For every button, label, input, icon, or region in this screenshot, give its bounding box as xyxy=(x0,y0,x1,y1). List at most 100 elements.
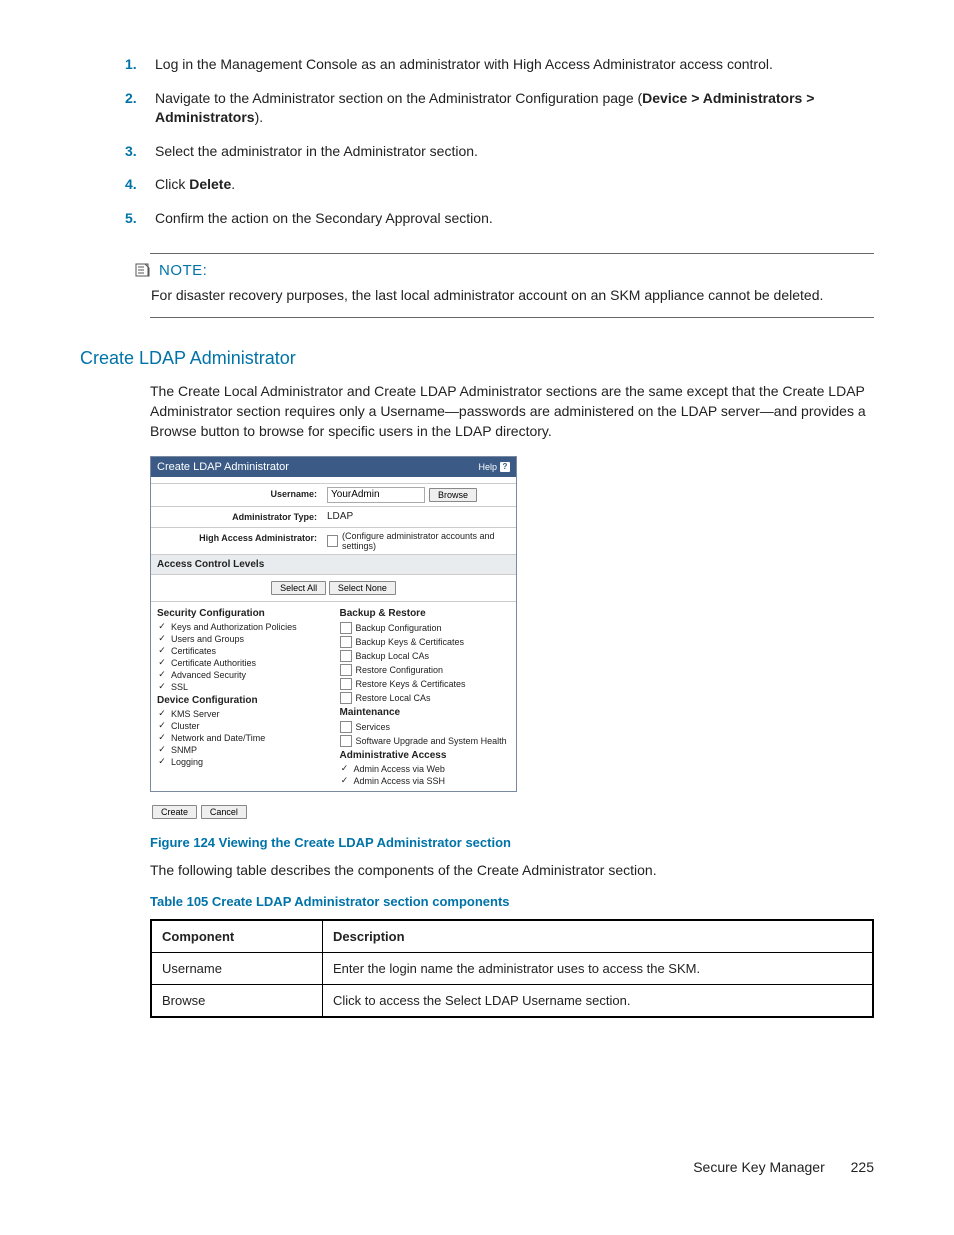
acl-item[interactable]: Cluster xyxy=(157,720,328,732)
section-intro: The Create Local Administrator and Creat… xyxy=(150,381,874,442)
acl-item[interactable]: Admin Access via SSH xyxy=(340,775,511,787)
acl-item-label: Restore Configuration xyxy=(356,665,444,675)
acl-item-label: Keys and Authorization Policies xyxy=(171,622,297,632)
td-description: Enter the login name the administrator u… xyxy=(323,953,874,985)
table-caption: Table 105 Create LDAP Administrator sect… xyxy=(150,894,874,909)
page-footer: Secure Key Manager 225 xyxy=(693,1159,874,1175)
step-text: . xyxy=(231,176,235,192)
browse-button[interactable]: Browse xyxy=(429,488,477,502)
check-icon[interactable] xyxy=(157,733,167,743)
acl-item[interactable]: Certificate Authorities xyxy=(157,657,328,669)
step-3: 3.Select the administrator in the Admini… xyxy=(155,142,874,162)
acl-item-label: Backup Configuration xyxy=(356,623,442,633)
help-link[interactable]: Help? xyxy=(478,462,510,472)
acl-item-label: Backup Local CAs xyxy=(356,651,430,661)
select-all-button[interactable]: Select All xyxy=(271,581,326,595)
checkbox-icon[interactable] xyxy=(340,664,352,676)
acl-item[interactable]: Keys and Authorization Policies xyxy=(157,621,328,633)
acl-item-label: Certificates xyxy=(171,646,216,656)
check-icon[interactable] xyxy=(157,709,167,719)
acl-item[interactable]: SNMP xyxy=(157,744,328,756)
step-text: Navigate to the Administrator section on… xyxy=(155,90,642,106)
acl-item-label: KMS Server xyxy=(171,709,220,719)
acl-item-label: Users and Groups xyxy=(171,634,244,644)
check-icon[interactable] xyxy=(157,634,167,644)
checkbox-icon[interactable] xyxy=(340,692,352,704)
note-text: For disaster recovery purposes, the last… xyxy=(151,285,874,305)
acl-right-column: Backup & RestoreBackup ConfigurationBack… xyxy=(334,602,517,791)
step-num: 4. xyxy=(125,175,137,195)
cancel-button[interactable]: Cancel xyxy=(201,805,247,819)
acl-item[interactable]: KMS Server xyxy=(157,708,328,720)
acl-item-label: Admin Access via SSH xyxy=(354,776,446,786)
highaccess-checkbox[interactable] xyxy=(327,535,338,547)
step-bold: Delete xyxy=(189,176,231,192)
acl-item[interactable]: Certificates xyxy=(157,645,328,657)
th-description: Description xyxy=(323,920,874,953)
acl-item[interactable]: Logging xyxy=(157,756,328,768)
acl-item[interactable]: Restore Keys & Certificates xyxy=(340,677,511,691)
checkbox-icon[interactable] xyxy=(340,636,352,648)
highaccess-label: High Access Administrator: xyxy=(151,528,323,554)
check-icon[interactable] xyxy=(157,745,167,755)
checkbox-icon[interactable] xyxy=(340,622,352,634)
check-icon[interactable] xyxy=(340,776,350,786)
step-5: 5.Confirm the action on the Secondary Ap… xyxy=(155,209,874,229)
acl-header: Access Control Levels xyxy=(151,554,516,574)
acl-item[interactable]: Software Upgrade and System Health xyxy=(340,734,511,748)
td-component: Browse xyxy=(151,985,323,1018)
checkbox-icon[interactable] xyxy=(340,721,352,733)
acl-item-label: Software Upgrade and System Health xyxy=(356,736,507,746)
acl-item[interactable]: Backup Keys & Certificates xyxy=(340,635,511,649)
acl-item[interactable]: Backup Local CAs xyxy=(340,649,511,663)
table-row: Browse Click to access the Select LDAP U… xyxy=(151,985,873,1018)
checkbox-icon[interactable] xyxy=(340,678,352,690)
highaccess-desc: (Configure administrator accounts and se… xyxy=(342,531,512,551)
check-icon[interactable] xyxy=(157,670,167,680)
acl-item[interactable]: Network and Date/Time xyxy=(157,732,328,744)
step-2: 2.Navigate to the Administrator section … xyxy=(155,89,874,128)
note-icon xyxy=(135,262,151,278)
check-icon[interactable] xyxy=(340,764,350,774)
th-component: Component xyxy=(151,920,323,953)
step-text: Log in the Management Console as an admi… xyxy=(155,56,773,72)
acl-group-head: Administrative Access xyxy=(340,750,511,761)
acl-item[interactable]: Restore Local CAs xyxy=(340,691,511,705)
check-icon[interactable] xyxy=(157,682,167,692)
admintype-value: LDAP xyxy=(323,507,516,527)
acl-left-column: Security ConfigurationKeys and Authoriza… xyxy=(151,602,334,791)
acl-item-label: Admin Access via Web xyxy=(354,764,445,774)
acl-item[interactable]: Restore Configuration xyxy=(340,663,511,677)
check-icon[interactable] xyxy=(157,721,167,731)
acl-item[interactable]: Users and Groups xyxy=(157,633,328,645)
username-input[interactable] xyxy=(327,487,425,503)
acl-item-label: Logging xyxy=(171,757,203,767)
step-text: Select the administrator in the Administ… xyxy=(155,143,478,159)
acl-item[interactable]: SSL xyxy=(157,681,328,693)
check-icon[interactable] xyxy=(157,646,167,656)
checkbox-icon[interactable] xyxy=(340,735,352,747)
acl-item[interactable]: Admin Access via Web xyxy=(340,763,511,775)
acl-item[interactable]: Advanced Security xyxy=(157,669,328,681)
create-button[interactable]: Create xyxy=(152,805,197,819)
select-none-button[interactable]: Select None xyxy=(329,581,396,595)
acl-item[interactable]: Services xyxy=(340,720,511,734)
acl-item-label: Restore Local CAs xyxy=(356,693,431,703)
section-heading: Create LDAP Administrator xyxy=(80,348,874,369)
note-label: NOTE: xyxy=(135,262,874,279)
step-num: 3. xyxy=(125,142,137,162)
checkbox-icon[interactable] xyxy=(340,650,352,662)
step-text: Confirm the action on the Secondary Appr… xyxy=(155,210,493,226)
note-block: NOTE: For disaster recovery purposes, th… xyxy=(135,262,874,305)
panel-header: Create LDAP Administrator Help? xyxy=(151,457,516,477)
check-icon[interactable] xyxy=(157,658,167,668)
acl-group-head: Maintenance xyxy=(340,707,511,718)
panel-title: Create LDAP Administrator xyxy=(157,461,289,473)
check-icon[interactable] xyxy=(157,622,167,632)
acl-item-label: Certificate Authorities xyxy=(171,658,256,668)
help-icon: ? xyxy=(500,462,510,472)
acl-item-label: Advanced Security xyxy=(171,670,246,680)
acl-item[interactable]: Backup Configuration xyxy=(340,621,511,635)
username-label: Username: xyxy=(151,484,323,506)
check-icon[interactable] xyxy=(157,757,167,767)
